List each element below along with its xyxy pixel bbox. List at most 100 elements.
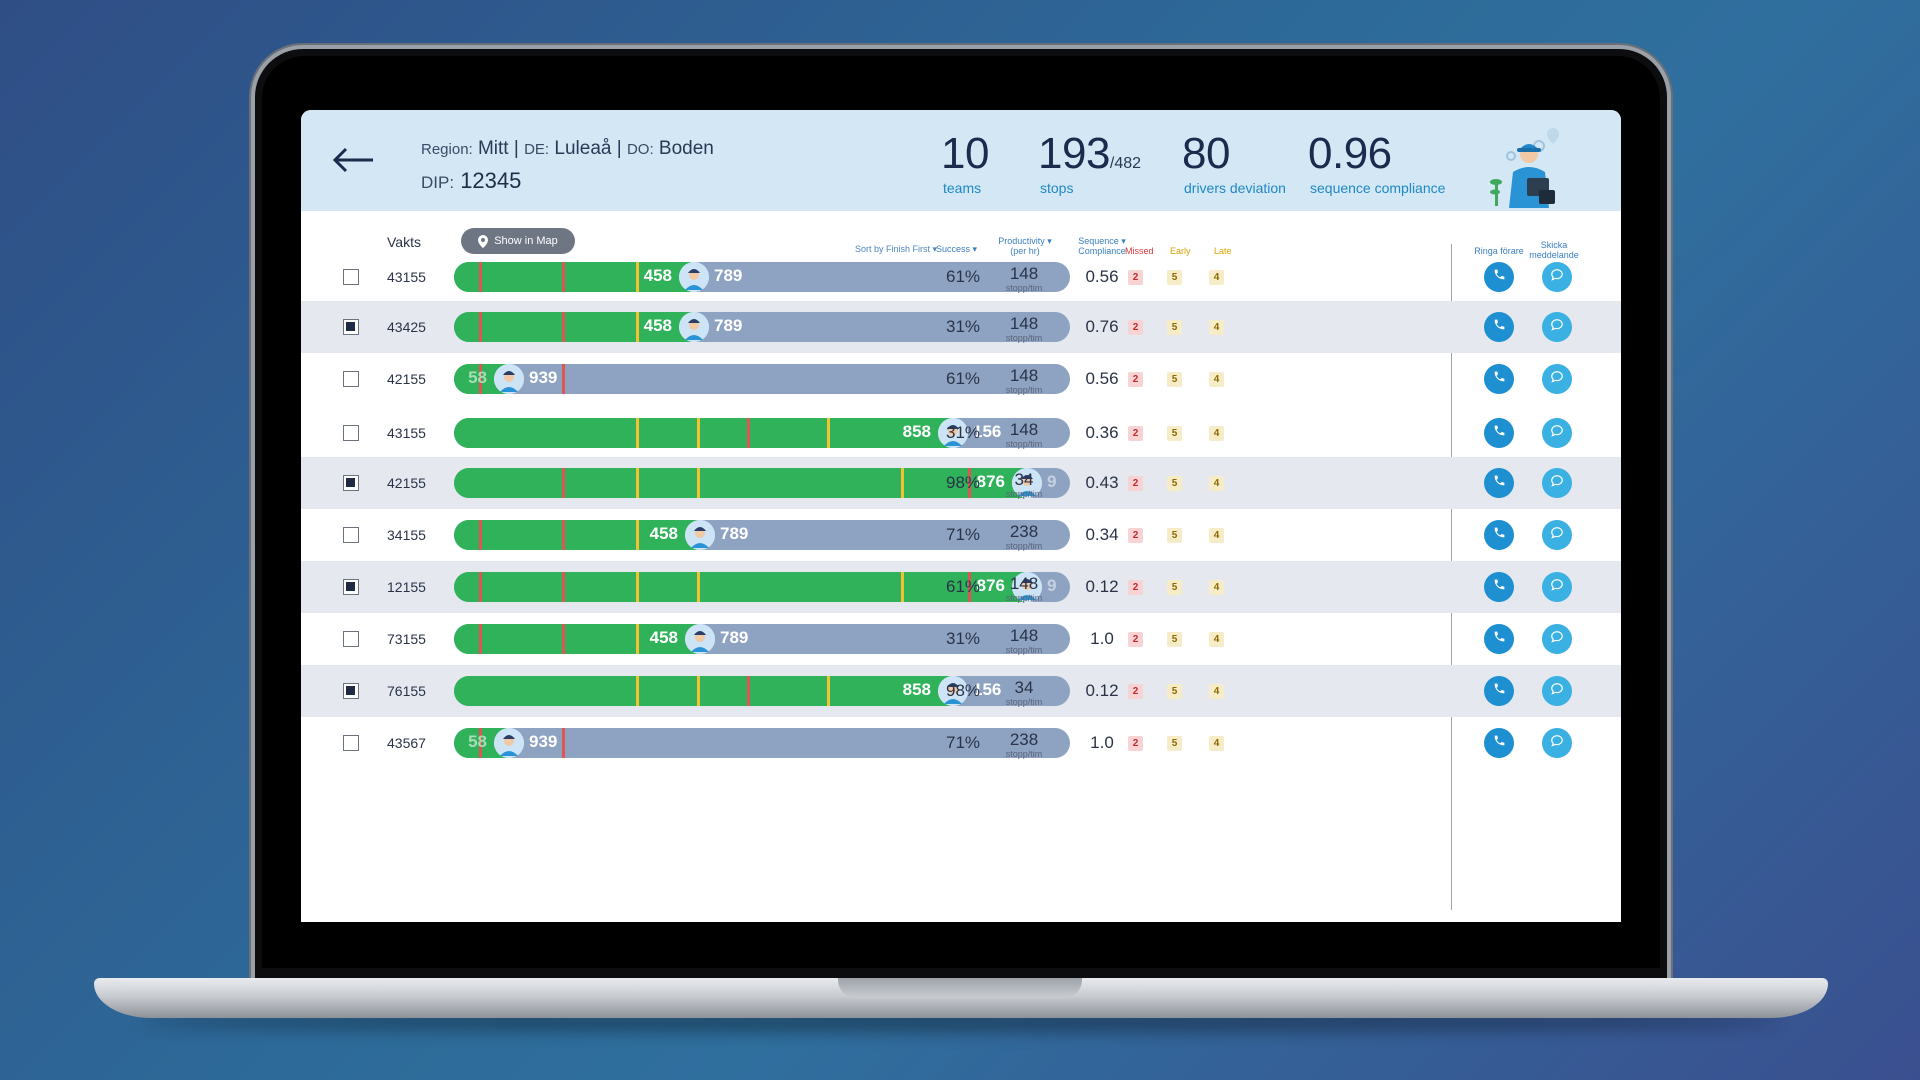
phone-icon [1493, 734, 1506, 752]
chat-bubble-icon [1550, 370, 1564, 389]
send-message-button[interactable] [1542, 728, 1572, 758]
table-row: 73155 458 789 31% 148 stopp/tim 1.0 2 5 4 [301, 613, 1621, 665]
late-count-badge: 4 [1209, 320, 1224, 335]
call-driver-button[interactable] [1484, 418, 1514, 448]
missed-stop-marker [562, 520, 565, 550]
call-driver-button[interactable] [1484, 262, 1514, 292]
row-checkbox[interactable] [343, 371, 359, 387]
progress-done [454, 468, 1027, 498]
productivity-value: 148 [1009, 420, 1039, 439]
productivity-value: 148 [1009, 314, 1039, 333]
stops-remaining-count: 789 [714, 266, 743, 285]
call-driver-button[interactable] [1484, 572, 1514, 602]
table-row: 42155 58 939 61% 148 stopp/tim 0.56 2 5 4 [301, 353, 1621, 405]
row-checkbox[interactable] [343, 269, 359, 285]
table-row: 43155 458 789 61% 148 stopp/tim 0.56 2 5 4 [301, 251, 1621, 303]
missed-count-badge: 2 [1128, 476, 1143, 491]
late-stop-marker [636, 624, 639, 654]
stops-done-count: 58 [468, 732, 487, 751]
productivity-value: 238 [1009, 730, 1039, 749]
success-rate: 31% [946, 423, 981, 442]
call-driver-button[interactable] [1484, 676, 1514, 706]
missed-count-badge: 2 [1128, 372, 1143, 387]
back-arrow-icon[interactable] [331, 146, 375, 174]
late-count-badge: 4 [1209, 736, 1224, 751]
row-checkbox[interactable] [343, 425, 359, 441]
send-message-button[interactable] [1542, 468, 1572, 498]
late-stop-marker [636, 262, 639, 292]
phone-icon [1493, 526, 1506, 544]
missed-count-badge: 2 [1128, 580, 1143, 595]
stops-remaining-count: 939 [529, 732, 558, 751]
row-checkbox[interactable] [343, 475, 359, 491]
call-driver-button[interactable] [1484, 728, 1514, 758]
chat-bubble-icon [1550, 526, 1564, 545]
chat-bubble-icon [1550, 630, 1564, 649]
productivity-value: 238 [1009, 522, 1039, 541]
sequence-compliance: 0.56 [1085, 369, 1119, 388]
late-stop-marker [636, 520, 639, 550]
vakt-id: 43567 [387, 735, 426, 751]
send-message-button[interactable] [1542, 262, 1572, 292]
de-value: Luleaå [554, 138, 612, 159]
stops-done-count: 458 [643, 316, 672, 335]
row-checkbox[interactable] [343, 579, 359, 595]
productivity: 148 stopp/tim [989, 420, 1059, 450]
row-checkbox[interactable] [343, 527, 359, 543]
kpi-teams: 10 teams [941, 132, 989, 197]
region-line: Region: Mitt | DE: Luleaå | DO: Boden [421, 138, 714, 160]
productivity: 34 stopp/tim [989, 679, 1059, 708]
send-message-button[interactable] [1542, 364, 1572, 394]
early-count-badge: 5 [1167, 320, 1182, 335]
phone-icon [1493, 370, 1506, 388]
call-driver-button[interactable] [1484, 624, 1514, 654]
late-stop-marker [636, 468, 639, 498]
success-rate: 98% [946, 681, 981, 700]
early-count-badge: 5 [1167, 426, 1182, 441]
phone-icon [1493, 682, 1506, 700]
dip-line: DIP: 12345 [421, 168, 521, 194]
kpi-deviation: 80 drivers deviation [1182, 132, 1286, 197]
late-count-badge: 4 [1209, 372, 1224, 387]
row-checkbox[interactable] [343, 683, 359, 699]
missed-stop-marker [562, 728, 565, 758]
success-rate: 61% [946, 267, 981, 286]
app-screen: Region: Mitt | DE: Luleaå | DO: Boden DI… [301, 110, 1621, 922]
dip-value: 12345 [460, 168, 522, 193]
productivity-unit: stopp/tim [1005, 283, 1043, 293]
row-checkbox[interactable] [343, 735, 359, 751]
productivity-unit: stopp/tim [1005, 697, 1043, 707]
send-message-button[interactable] [1542, 572, 1572, 602]
missed-count-badge: 2 [1128, 426, 1143, 441]
send-message-button[interactable] [1542, 520, 1572, 550]
send-message-button[interactable] [1542, 624, 1572, 654]
call-driver-button[interactable] [1484, 364, 1514, 394]
laptop-notch [838, 978, 1082, 998]
late-count-badge: 4 [1209, 684, 1224, 699]
call-driver-button[interactable] [1484, 468, 1514, 498]
sequence-compliance: 0.56 [1085, 267, 1119, 286]
send-message-button[interactable] [1542, 312, 1572, 342]
late-stop-marker [697, 572, 700, 602]
missed-stop-marker [562, 624, 565, 654]
call-driver-button[interactable] [1484, 520, 1514, 550]
vakt-id: 34155 [387, 527, 426, 543]
send-message-button[interactable] [1542, 418, 1572, 448]
missed-count-badge: 2 [1128, 320, 1143, 335]
kpi-stops-total: /482 [1109, 155, 1142, 172]
productivity: 238 stopp/tim [989, 522, 1059, 552]
sequence-header: Sequence ▾ [1078, 236, 1126, 246]
row-checkbox[interactable] [343, 319, 359, 335]
missed-stop-marker [562, 312, 565, 342]
productivity-unit: stopp/tim [1005, 439, 1043, 449]
productivity-value: 148 [1009, 574, 1039, 593]
vakt-id: 42155 [387, 475, 426, 491]
row-checkbox[interactable] [343, 631, 359, 647]
send-message-button[interactable] [1542, 676, 1572, 706]
missed-stop-marker [562, 468, 565, 498]
early-count-badge: 5 [1167, 632, 1182, 647]
success-rate: 71% [946, 525, 981, 544]
success-rate: 31% [946, 629, 981, 648]
call-driver-button[interactable] [1484, 312, 1514, 342]
chat-bubble-icon [1550, 424, 1564, 443]
